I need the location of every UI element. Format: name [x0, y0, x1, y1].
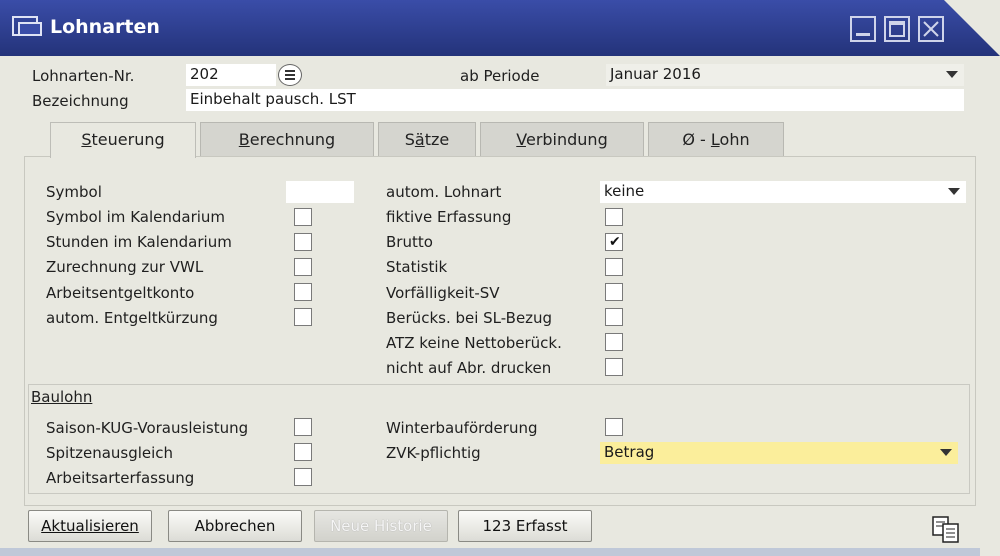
erfasst-label: 123 Erfasst: [482, 517, 568, 535]
beruecks-sl-bezug-label: Berücks. bei SL-Bezug: [386, 309, 553, 327]
autom-entgeltkuerzung-checkbox[interactable]: [294, 308, 312, 326]
stunden-im-kalendarium-label: Stunden im Kalendarium: [46, 233, 232, 251]
lohnarten-nr-label: Lohnarten-Nr.: [32, 67, 135, 85]
list-icon: [285, 70, 295, 80]
abbrechen-button[interactable]: Abbrechen: [168, 510, 302, 542]
tab-steuerung[interactable]: Steuerung: [50, 122, 196, 158]
tab-label: erechnung: [249, 130, 336, 149]
abbrechen-label: Abbrechen: [194, 517, 276, 535]
tab-label: S: [404, 130, 415, 149]
neue-historie-button[interactable]: Neue Historie: [314, 510, 448, 542]
symbol-im-kalendarium-label: Symbol im Kalendarium: [46, 208, 226, 226]
bezeichnung-label: Bezeichnung: [32, 92, 129, 110]
zurechnung-vwl-label: Zurechnung zur VWL: [46, 258, 204, 276]
brutto-label: Brutto: [386, 233, 433, 251]
tab-label-mnemonic: S: [81, 130, 92, 149]
fiktive-erfassung-label: fiktive Erfassung: [386, 208, 512, 226]
symbol-im-kalendarium-checkbox[interactable]: [294, 208, 312, 226]
winterbaufoerderung-label: Winterbauförderung: [386, 419, 538, 437]
autom-lohnart-dropdown[interactable]: keine: [600, 181, 966, 203]
ab-periode-dropdown[interactable]: Januar 2016: [606, 64, 964, 86]
chevron-down-icon: [946, 71, 958, 78]
saison-kug-checkbox[interactable]: [294, 418, 312, 436]
ab-periode-label: ab Periode: [460, 67, 540, 85]
checkmark-icon: ✔: [609, 234, 621, 250]
symbol-field[interactable]: [286, 181, 354, 203]
neue-historie-label: Neue Historie: [330, 517, 432, 535]
tab-label: Ø -: [682, 130, 711, 149]
nicht-auf-abr-drucken-checkbox[interactable]: [605, 358, 623, 376]
nicht-auf-abr-drucken-label: nicht auf Abr. drucken: [386, 359, 552, 377]
tab-label: ohn: [719, 130, 750, 149]
maximize-icon: [889, 21, 905, 37]
arbeitsarterfassung-checkbox[interactable]: [294, 468, 312, 486]
tab-durchschnittslohn[interactable]: Ø - Lohn: [648, 122, 784, 156]
vorfaelligkeit-sv-label: Vorfälligkeit-SV: [386, 284, 500, 302]
close-icon: [923, 21, 939, 37]
statistik-checkbox[interactable]: [605, 258, 623, 276]
window-title: Lohnarten: [50, 16, 160, 38]
autom-entgeltkuerzung-label: autom. Entgeltkürzung: [46, 309, 218, 327]
brutto-checkbox[interactable]: ✔: [605, 233, 623, 251]
lookup-button[interactable]: [278, 64, 302, 86]
zvk-pflichtig-label: ZVK-pflichtig: [386, 444, 481, 462]
beruecks-sl-bezug-checkbox[interactable]: [605, 308, 623, 326]
saison-kug-label: Saison-KUG-Vorausleistung: [46, 419, 249, 437]
tab-berechnung[interactable]: Berechnung: [200, 122, 374, 156]
arbeitsentgeltkonto-checkbox[interactable]: [294, 283, 312, 301]
tab-label: teuerung: [91, 130, 165, 149]
aktualisieren-label: Aktualisieren: [41, 517, 139, 535]
fiktive-erfassung-checkbox[interactable]: [605, 208, 623, 226]
arbeitsentgeltkonto-label: Arbeitsentgeltkonto: [46, 284, 195, 302]
title-bar-corner: [944, 0, 1000, 56]
autom-lohnart-value: keine: [604, 182, 645, 200]
copy-documents-icon[interactable]: [930, 514, 964, 544]
tab-label-mnemonic: ä: [414, 130, 425, 149]
stunden-im-kalendarium-checkbox[interactable]: [294, 233, 312, 251]
lohnarten-nr-field[interactable]: 202: [186, 64, 276, 86]
minimize-icon: [856, 33, 870, 36]
arbeitsarterfassung-label: Arbeitsarterfassung: [46, 469, 195, 487]
ab-periode-value: Januar 2016: [610, 65, 701, 83]
chevron-down-icon: [948, 188, 960, 195]
winterbaufoerderung-checkbox[interactable]: [605, 418, 623, 436]
tab-verbindung[interactable]: Verbindung: [480, 122, 644, 156]
tab-label-mnemonic: L: [710, 130, 720, 149]
aktualisieren-button[interactable]: Aktualisieren: [28, 510, 152, 542]
maximize-button[interactable]: [884, 16, 910, 42]
minimize-button[interactable]: [850, 16, 876, 42]
zvk-pflichtig-dropdown[interactable]: Betrag: [600, 442, 958, 464]
app-window-icon: [12, 16, 42, 36]
bezeichnung-field[interactable]: Einbehalt pausch. LST: [186, 89, 964, 111]
window-bottom-edge: [0, 548, 980, 556]
tab-label: erbindung: [525, 130, 608, 149]
statistik-label: Statistik: [386, 258, 448, 276]
spitzenausgleich-label: Spitzenausgleich: [46, 444, 174, 462]
baulohn-heading: Baulohn: [31, 388, 93, 406]
tab-label: tze: [424, 130, 450, 149]
erfasst-button[interactable]: 123 Erfasst: [458, 510, 592, 542]
close-button[interactable]: [918, 16, 944, 42]
atz-keine-nettoberueck-checkbox[interactable]: [605, 333, 623, 351]
zvk-pflichtig-value: Betrag: [604, 443, 655, 461]
chevron-down-icon: [940, 449, 952, 456]
symbol-label: Symbol: [46, 183, 102, 201]
tab-label-mnemonic: B: [238, 130, 250, 149]
tab-label-mnemonic: V: [516, 130, 526, 149]
atz-keine-nettoberueck-label: ATZ keine Nettoberück.: [386, 334, 562, 352]
autom-lohnart-label: autom. Lohnart: [386, 183, 502, 201]
spitzenausgleich-checkbox[interactable]: [294, 443, 312, 461]
zurechnung-vwl-checkbox[interactable]: [294, 258, 312, 276]
vorfaelligkeit-sv-checkbox[interactable]: [605, 283, 623, 301]
tab-saetze[interactable]: Sätze: [378, 122, 476, 156]
